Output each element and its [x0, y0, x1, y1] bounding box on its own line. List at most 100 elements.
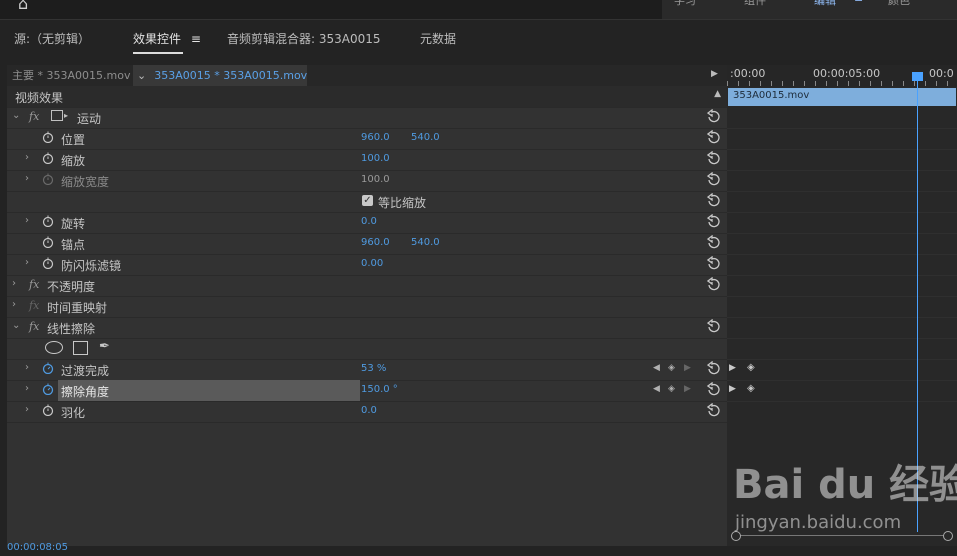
- next-keyframe-icon[interactable]: ▶: [684, 384, 691, 394]
- stopwatch-icon: [42, 173, 54, 185]
- reset-icon[interactable]: [707, 403, 721, 417]
- tab-effect-controls[interactable]: 效果控件 ≡: [133, 30, 201, 54]
- keyframe-icon[interactable]: ◈: [747, 383, 755, 394]
- chevron-expanded-icon[interactable]: ⌄: [12, 320, 20, 331]
- keyframe-icon[interactable]: ◈: [747, 362, 755, 373]
- feather-value[interactable]: 0.0: [361, 405, 377, 416]
- add-keyframe-icon[interactable]: ◈: [668, 363, 675, 373]
- transition-complete-row: › 过渡完成 53 % ◀ ◈ ▶: [7, 359, 727, 381]
- fx-toggle-icon[interactable]: fx: [29, 320, 39, 333]
- wipe-angle-label: 擦除角度: [61, 385, 110, 399]
- reset-icon[interactable]: [707, 235, 721, 249]
- timecode-label: :00:00: [730, 67, 766, 80]
- reset-icon[interactable]: [707, 382, 721, 396]
- current-time-display[interactable]: 00:00:08:05: [7, 542, 68, 553]
- reset-icon[interactable]: [707, 151, 721, 165]
- chevron-right-icon[interactable]: ›: [25, 152, 29, 163]
- reset-icon[interactable]: [707, 172, 721, 186]
- stopwatch-icon[interactable]: [42, 131, 54, 143]
- tab-source[interactable]: 源:（无剪辑）: [14, 30, 90, 47]
- workspace-color[interactable]: 颜色: [888, 0, 910, 8]
- stopwatch-icon[interactable]: [42, 152, 54, 164]
- reset-icon[interactable]: [707, 109, 721, 123]
- wipe-angle-value[interactable]: 150.0 °: [361, 384, 398, 395]
- prev-keyframe-icon[interactable]: ◀: [653, 384, 660, 394]
- bottom-status-bar: 00:00:08:05: [0, 542, 957, 556]
- rectangle-mask-icon[interactable]: [73, 341, 88, 355]
- stopwatch-active-icon[interactable]: [42, 383, 54, 395]
- anchor-x-value[interactable]: 960.0: [361, 237, 390, 248]
- chevron-right-icon[interactable]: ›: [25, 257, 29, 268]
- keyframe-arrow-icon[interactable]: ▶: [729, 384, 736, 394]
- anchor-y-value[interactable]: 540.0: [411, 237, 440, 248]
- effect-time-remap-row[interactable]: › fx 时间重映射: [7, 296, 727, 318]
- scale-value[interactable]: 100.0: [361, 153, 390, 164]
- effect-controls-panel: 视频效果 ▲ ⌄ fx ▸ 运动 位置 960.0 540.0 › 缩放 100…: [7, 86, 727, 546]
- position-x-value[interactable]: 960.0: [361, 132, 390, 143]
- effect-opacity-row[interactable]: › fx 不透明度: [7, 275, 727, 297]
- transition-complete-value[interactable]: 53 %: [361, 363, 386, 374]
- sequence-clip-tab[interactable]: ⌄ 353A0015 * 353A0015.mov: [133, 65, 307, 86]
- stopwatch-icon[interactable]: [42, 236, 54, 248]
- position-label: 位置: [61, 133, 86, 147]
- watermark-logo: Bai du 经验: [733, 462, 957, 508]
- reset-icon[interactable]: [707, 277, 721, 291]
- collapse-up-icon[interactable]: ▲: [714, 89, 721, 99]
- prev-keyframe-icon[interactable]: ◀: [653, 363, 660, 373]
- position-y-value[interactable]: 540.0: [411, 132, 440, 143]
- anti-flicker-value[interactable]: 0.00: [361, 258, 383, 269]
- ellipse-mask-icon[interactable]: [45, 341, 63, 354]
- home-icon[interactable]: ⌂: [18, 0, 38, 13]
- workspace-learn[interactable]: 学习: [674, 0, 696, 8]
- baidu-jingyan-watermark: Bai du 经验 jingyan.baidu.com: [733, 452, 957, 542]
- chevron-right-icon[interactable]: ›: [25, 173, 29, 184]
- workspace-assembly[interactable]: 组件: [744, 0, 766, 8]
- app-top-bar: ⌂ 学习 组件 编辑 ≡ 颜色: [0, 0, 957, 19]
- master-clip-tab[interactable]: 主要 * 353A0015.mov: [7, 65, 136, 86]
- play-only-icon[interactable]: ▶: [711, 69, 718, 79]
- fx-toggle-icon[interactable]: fx: [29, 110, 39, 123]
- transform-arrow-icon: ▸: [64, 111, 69, 120]
- keyframe-lanes: [727, 108, 957, 408]
- stopwatch-active-icon[interactable]: [42, 362, 54, 374]
- reset-icon[interactable]: [707, 319, 721, 333]
- uniform-scale-checkbox[interactable]: ✓: [362, 195, 373, 206]
- panel-menu-icon[interactable]: ≡: [191, 32, 201, 46]
- chevron-right-icon[interactable]: ›: [25, 383, 29, 394]
- chevron-right-icon[interactable]: ›: [12, 299, 16, 310]
- tab-metadata[interactable]: 元数据: [420, 30, 456, 47]
- chevron-right-icon[interactable]: ›: [12, 278, 16, 289]
- sequence-tab-row: 主要 * 353A0015.mov ⌄ 353A0015 * 353A0015.m…: [7, 65, 727, 86]
- timecode-label: 00:00:05:00: [813, 67, 881, 80]
- add-keyframe-icon[interactable]: ◈: [668, 384, 675, 394]
- effect-linear-wipe-row[interactable]: ⌄ fx 线性擦除: [7, 317, 727, 339]
- workspace-modes: 学习 组件 编辑 ≡ 颜色: [662, 0, 957, 19]
- stopwatch-icon[interactable]: [42, 404, 54, 416]
- effect-motion-row[interactable]: ⌄ fx ▸ 运动: [7, 107, 727, 129]
- reset-icon[interactable]: [707, 130, 721, 144]
- transform-box-icon[interactable]: [51, 110, 63, 121]
- rotation-row: › 旋转 0.0: [7, 212, 727, 234]
- chevron-expanded-icon[interactable]: ⌄: [12, 110, 20, 121]
- playhead-handle[interactable]: [912, 72, 923, 81]
- workspace-editing[interactable]: 编辑: [814, 0, 836, 8]
- stopwatch-icon[interactable]: [42, 257, 54, 269]
- tab-audio-clip-mixer[interactable]: 音频剪辑混合器: 353A0015: [227, 30, 381, 47]
- chevron-right-icon[interactable]: ›: [25, 362, 29, 373]
- fx-toggle-icon[interactable]: fx: [29, 278, 39, 291]
- scale-width-value: 100.0: [361, 174, 390, 185]
- reset-icon[interactable]: [707, 214, 721, 228]
- keyframe-arrow-icon[interactable]: ▶: [729, 363, 736, 373]
- chevron-right-icon[interactable]: ›: [25, 215, 29, 226]
- reset-icon[interactable]: [707, 193, 721, 207]
- next-keyframe-icon[interactable]: ▶: [684, 363, 691, 373]
- pen-mask-icon[interactable]: ✒: [99, 339, 110, 354]
- reset-icon[interactable]: [707, 256, 721, 270]
- rotation-value[interactable]: 0.0: [361, 216, 377, 227]
- workspace-menu-icon[interactable]: ≡: [854, 0, 863, 5]
- reset-icon[interactable]: [707, 361, 721, 375]
- sequence-clip-label: 353A0015 * 353A0015.mov: [154, 69, 308, 82]
- chevron-right-icon[interactable]: ›: [25, 404, 29, 415]
- clip-bar[interactable]: 353A0015.mov: [728, 88, 956, 106]
- stopwatch-icon[interactable]: [42, 215, 54, 227]
